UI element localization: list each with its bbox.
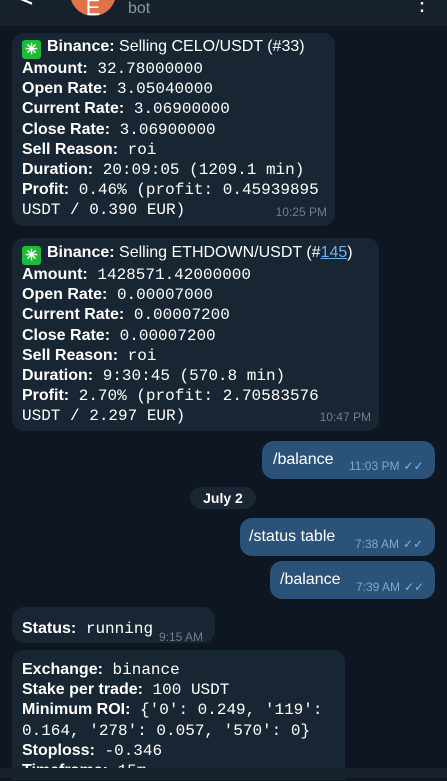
message-title-end: )	[347, 244, 353, 261]
profit-value: 0.46% (profit: 0.45939895	[69, 181, 319, 200]
read-check-icon: ✓✓	[404, 580, 425, 594]
profit-value-cont: USDT / 2.297 EUR)	[22, 407, 186, 426]
current-rate-label: Current Rate:	[22, 100, 125, 118]
profit-value: 2.70% (profit: 2.70583576	[69, 387, 319, 406]
message-time: 9:15 AM	[159, 630, 204, 644]
status-value: running	[76, 620, 154, 638]
duration-label: Duration:	[22, 367, 94, 385]
bottom-bar	[0, 768, 447, 778]
date-divider: July 2	[190, 487, 256, 509]
amount-label: Amount:	[22, 266, 88, 283]
command-arg: table	[296, 528, 336, 545]
message-title-bold: Binance:	[47, 38, 115, 55]
read-check-icon: ✓✓	[403, 537, 424, 551]
current-rate-label: Current Rate:	[22, 306, 125, 324]
message-bubble[interactable]: Status: running 9:15 AM	[12, 607, 215, 644]
close-rate-label: Close Rate:	[22, 120, 111, 138]
message-title: Selling ETHDOWN/USDT (#	[114, 244, 321, 261]
message-time: 10:47 PM	[319, 409, 371, 424]
sell-reason-label: Sell Reason:	[22, 346, 119, 364]
amount-value: 1428571.42000000	[87, 266, 251, 284]
sell-reason-label: Sell Reason:	[22, 140, 119, 158]
outgoing-message[interactable]: /balance 11:03 PM ✓✓	[262, 441, 435, 479]
close-rate-value: 0.00007200	[110, 326, 216, 345]
duration-value: 9:30:45 (570.8 min)	[93, 367, 286, 386]
back-arrow-icon[interactable]: <	[16, 0, 36, 13]
sell-reason-value: roi	[118, 346, 157, 365]
min-roi-value-cont: 0.164, '278': 0.057, '570': 0}	[22, 721, 311, 740]
amount-value: 32.78000000	[87, 60, 203, 78]
profit-label: Profit:	[22, 181, 70, 199]
duration-label: Duration:	[22, 161, 94, 179]
more-menu-icon[interactable]: ⋮	[411, 0, 433, 16]
chat-subtitle: bot	[128, 0, 151, 17]
stoploss-value: -0.346	[94, 741, 163, 760]
sell-reason-value: roi	[118, 140, 157, 159]
message-bubble[interactable]: ✳ Binance: Selling CELO/USDT (#33) Amount…	[12, 33, 335, 226]
command-text: /balance	[280, 571, 341, 588]
message-title-bold: Binance:	[47, 244, 115, 261]
sparkle-icon: ✳	[22, 40, 41, 59]
current-rate-value: 3.06900000	[124, 100, 230, 119]
open-rate-value: 3.05040000	[107, 80, 213, 99]
current-rate-value: 0.00007200	[124, 306, 230, 325]
outgoing-message[interactable]: /balance 7:39 AM ✓✓	[270, 561, 435, 599]
stoploss-label: Stoploss:	[22, 741, 95, 759]
message-time: 7:39 AM	[356, 580, 401, 594]
message-time: 7:38 AM	[355, 537, 400, 551]
status-label: Status:	[22, 620, 77, 637]
message-bubble[interactable]: ✳ Binance: Selling ETHDOWN/USDT (#145) Am…	[12, 238, 379, 431]
read-check-icon: ✓✓	[403, 459, 424, 473]
min-roi-label: Minimum ROI:	[22, 701, 131, 719]
exchange-value: binance	[102, 661, 180, 679]
command-text: /balance	[273, 451, 334, 468]
min-roi-value: {'0': 0.249, '119':	[130, 701, 323, 720]
close-rate-value: 3.06900000	[110, 120, 216, 139]
chat-header: < E bot ⋮	[0, 0, 447, 26]
open-rate-label: Open Rate:	[22, 80, 108, 98]
profit-value-cont: USDT / 0.390 EUR)	[22, 201, 186, 220]
message-time: 10:25 PM	[275, 204, 327, 219]
stake-value: 100 USDT	[142, 681, 230, 700]
message-time: 11:03 PM	[349, 459, 400, 473]
duration-value: 20:09:05 (1209.1 min)	[93, 161, 305, 180]
sparkle-icon: ✳	[22, 246, 41, 265]
exchange-label: Exchange:	[22, 661, 103, 678]
outgoing-message[interactable]: /status table 7:38 AM ✓✓	[240, 518, 435, 556]
message-title: Selling CELO/USDT (#33)	[114, 38, 305, 55]
message-bubble[interactable]: Exchange: binance Stake per trade: 100 U…	[12, 650, 345, 780]
command-text: /status	[249, 528, 297, 545]
avatar[interactable]: E	[70, 0, 116, 20]
amount-label: Amount:	[22, 60, 88, 77]
trade-id-link[interactable]: 145	[321, 244, 348, 261]
open-rate-label: Open Rate:	[22, 286, 108, 304]
close-rate-label: Close Rate:	[22, 326, 111, 344]
profit-label: Profit:	[22, 387, 70, 405]
open-rate-value: 0.00007000	[107, 286, 213, 305]
stake-label: Stake per trade:	[22, 681, 143, 699]
